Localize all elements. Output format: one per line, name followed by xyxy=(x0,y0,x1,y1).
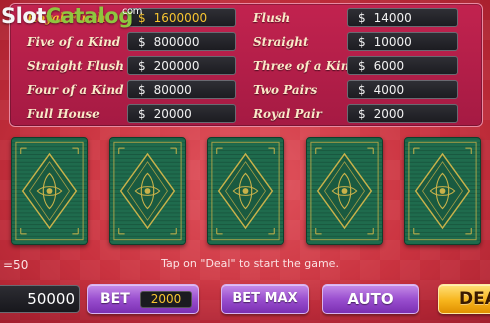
payout-two-pairs: $4000 xyxy=(347,80,458,99)
card-1[interactable] xyxy=(11,137,88,245)
hand-name-flush: Flush xyxy=(253,11,291,25)
card-2[interactable] xyxy=(109,137,186,245)
credit-display: 50000 xyxy=(0,285,80,313)
hand-name-five-of-a-kind: Five of a Kind xyxy=(27,35,121,49)
bet-value: 2000 xyxy=(140,291,192,308)
paytable-row: Full House $20000 Royal Pair $2000 xyxy=(10,104,482,124)
watermark-catalog: Catalog xyxy=(45,4,133,28)
card-4[interactable] xyxy=(306,137,383,245)
hand-name-royal-pair: Royal Pair xyxy=(253,107,322,121)
paytable-row: Five of a Kind $800000 Straight $10000 xyxy=(10,32,482,52)
payout-full-house: $20000 xyxy=(127,104,236,123)
hand-name-two-pairs: Two Pairs xyxy=(253,83,318,97)
watermark-logo: SlotCatalog com xyxy=(1,4,142,28)
payout-five-of-a-kind: $800000 xyxy=(127,32,236,51)
payout-royal-flush: $1600000 xyxy=(127,8,236,27)
card-5[interactable] xyxy=(404,137,481,245)
payout-flush: $14000 xyxy=(347,8,458,27)
bet-max-button[interactable]: BET MAX xyxy=(221,284,309,314)
payout-four-of-a-kind: $80000 xyxy=(127,80,236,99)
bet-button[interactable]: BET 2000 xyxy=(87,284,199,314)
auto-button[interactable]: AUTO xyxy=(322,284,419,314)
paytable-row: Four of a Kind $80000 Two Pairs $4000 xyxy=(10,80,482,100)
watermark-com: com xyxy=(122,6,142,17)
payout-straight-flush: $200000 xyxy=(127,56,236,75)
deal-button[interactable]: DEAL xyxy=(438,284,490,314)
card-3[interactable] xyxy=(207,137,284,245)
payout-royal-pair: $2000 xyxy=(347,104,458,123)
payout-three-of-a-kind: $6000 xyxy=(347,56,458,75)
hand-name-four-of-a-kind: Four of a Kind xyxy=(27,83,124,97)
hand-name-three-of-a-kind: Three of a Kind xyxy=(253,59,358,73)
bet-button-label: BET xyxy=(100,291,130,307)
hand-name-straight: Straight xyxy=(253,35,309,49)
hand-name-full-house: Full House xyxy=(27,107,100,121)
hint-text: Tap on "Deal" to start the game. xyxy=(161,257,339,270)
payout-straight: $10000 xyxy=(347,32,458,51)
hand-name-straight-flush: Straight Flush xyxy=(27,59,124,73)
watermark-slot: Slot xyxy=(1,4,46,28)
paytable-row: Straight Flush $200000 Three of a Kind $… xyxy=(10,56,482,76)
